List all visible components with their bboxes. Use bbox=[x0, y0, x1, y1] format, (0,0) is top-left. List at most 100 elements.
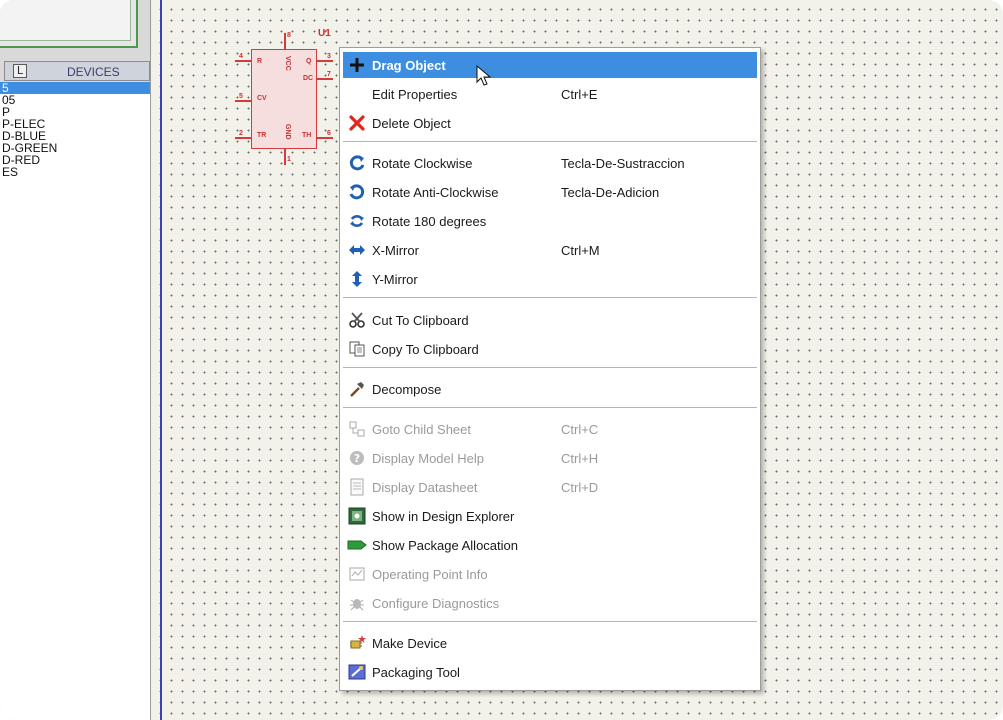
pin-vcc[interactable] bbox=[284, 33, 286, 49]
help-icon: ? bbox=[347, 449, 367, 467]
menu-item-shortcut: Ctrl+C bbox=[561, 422, 599, 437]
menu-item-label: Delete Object bbox=[372, 116, 451, 131]
pin-label-dc: DC bbox=[303, 75, 314, 82]
device-item[interactable]: 05 bbox=[0, 94, 150, 106]
pin-cv[interactable] bbox=[235, 100, 251, 102]
menu-item-label: Copy To Clipboard bbox=[372, 342, 479, 357]
menu-separator bbox=[343, 407, 757, 409]
pin-label-gnd: GND bbox=[284, 124, 291, 140]
menu-item-shortcut: Tecla-De-Adicion bbox=[561, 185, 660, 200]
pin-number: 2 bbox=[239, 130, 243, 137]
menu-item-label: Rotate 180 degrees bbox=[372, 214, 487, 229]
device-item[interactable]: D-RED bbox=[0, 154, 150, 166]
menu-item-show-in-design-explorer[interactable]: Show in Design Explorer bbox=[343, 503, 757, 529]
menu-item-label: Display Model Help bbox=[372, 451, 484, 466]
menu-item-label: Operating Point Info bbox=[372, 567, 488, 582]
menu-item-shortcut: Ctrl+H bbox=[561, 451, 599, 466]
datasheet-icon bbox=[347, 478, 367, 496]
library-button[interactable]: L bbox=[13, 64, 27, 78]
menu-separator bbox=[343, 141, 757, 143]
menu-separator bbox=[343, 297, 757, 299]
devices-header: L DEVICES bbox=[4, 61, 150, 81]
package-icon bbox=[347, 536, 367, 554]
pin-number: 7 bbox=[327, 71, 331, 78]
menu-item-label: Make Device bbox=[372, 636, 448, 651]
pin-label-vcc: VCC bbox=[284, 56, 291, 71]
rotate-180-icon bbox=[347, 212, 367, 230]
component-reference: U1 bbox=[318, 28, 331, 39]
menu-item-decompose[interactable]: Decompose bbox=[343, 376, 757, 402]
menu-item-y-mirror[interactable]: Y-Mirror bbox=[343, 266, 757, 292]
device-item[interactable]: 5 bbox=[0, 82, 150, 94]
make-device-icon bbox=[347, 634, 367, 652]
menu-item-label: Show in Design Explorer bbox=[372, 509, 515, 524]
move-cross-icon bbox=[347, 56, 367, 74]
menu-item-label: Packaging Tool bbox=[372, 665, 460, 680]
pin-number: 5 bbox=[239, 93, 243, 100]
rotate-anticlockwise-icon bbox=[347, 183, 367, 201]
menu-item-operating-point-info[interactable]: Operating Point Info bbox=[343, 561, 757, 587]
pin-label-th: TH bbox=[302, 132, 312, 139]
menu-item-rotate-clockwise[interactable]: Rotate Clockwise Tecla-De-Sustraccion bbox=[343, 150, 757, 176]
design-explorer-icon bbox=[347, 507, 367, 525]
menu-item-packaging-tool[interactable]: Packaging Tool bbox=[343, 659, 757, 685]
overview-viewport bbox=[0, 0, 131, 41]
component-body[interactable]: R VCC Q DC CV TR GND TH bbox=[251, 49, 317, 149]
menu-item-label: Display Datasheet bbox=[372, 480, 478, 495]
pin-number: 1 bbox=[287, 156, 291, 163]
pin-r[interactable] bbox=[235, 60, 251, 62]
menu-item-label: Show Package Allocation bbox=[372, 538, 518, 553]
y-mirror-icon bbox=[347, 270, 367, 288]
menu-item-display-datasheet[interactable]: Display Datasheet Ctrl+D bbox=[343, 474, 757, 500]
rotate-clockwise-icon bbox=[347, 154, 367, 172]
pin-q[interactable] bbox=[317, 60, 333, 62]
menu-item-shortcut: Ctrl+E bbox=[561, 87, 598, 102]
device-item[interactable]: ES bbox=[0, 166, 150, 178]
pin-label-r: R bbox=[257, 58, 263, 65]
pin-label-cv: CV bbox=[257, 95, 267, 102]
overview-window[interactable] bbox=[0, 0, 138, 48]
x-mirror-icon bbox=[347, 241, 367, 259]
menu-item-copy[interactable]: Copy To Clipboard bbox=[343, 336, 757, 362]
menu-item-label: X-Mirror bbox=[372, 243, 419, 258]
pin-dc[interactable] bbox=[317, 78, 333, 80]
menu-item-label: Rotate Clockwise bbox=[372, 156, 473, 171]
menu-item-rotate-180[interactable]: Rotate 180 degrees bbox=[343, 208, 757, 234]
pin-gnd[interactable] bbox=[284, 149, 286, 165]
sheet-border-line bbox=[160, 0, 162, 720]
menu-separator bbox=[343, 367, 757, 369]
menu-item-rotate-anti-clockwise[interactable]: Rotate Anti-Clockwise Tecla-De-Adicion bbox=[343, 179, 757, 205]
menu-item-label: Drag Object bbox=[372, 58, 446, 73]
menu-item-drag-object[interactable]: Drag Object bbox=[343, 52, 757, 86]
menu-item-make-device[interactable]: Make Device bbox=[343, 630, 757, 656]
pin-number: 8 bbox=[287, 32, 291, 39]
child-sheet-icon bbox=[347, 420, 367, 438]
menu-item-label: Decompose bbox=[372, 382, 442, 397]
menu-item-display-model-help[interactable]: ? Display Model Help Ctrl+H bbox=[343, 445, 757, 471]
menu-separator bbox=[343, 621, 757, 623]
pin-number: 3 bbox=[327, 53, 331, 60]
pin-th[interactable] bbox=[317, 137, 333, 139]
menu-item-label: Y-Mirror bbox=[372, 272, 418, 287]
menu-item-x-mirror[interactable]: X-Mirror Ctrl+M bbox=[343, 237, 757, 263]
menu-item-label: Rotate Anti-Clockwise bbox=[372, 185, 499, 200]
pin-number: 4 bbox=[239, 53, 243, 60]
svg-text:?: ? bbox=[354, 452, 360, 465]
menu-item-goto-child-sheet[interactable]: Goto Child Sheet Ctrl+C bbox=[343, 416, 757, 442]
menu-item-cut[interactable]: Cut To Clipboard bbox=[343, 307, 757, 333]
delete-x-icon bbox=[347, 114, 367, 132]
bug-icon bbox=[347, 594, 367, 612]
menu-item-delete-object[interactable]: Delete Object bbox=[343, 110, 757, 136]
operating-point-icon bbox=[347, 565, 367, 583]
devices-title: DEVICES bbox=[67, 65, 120, 79]
menu-item-label: Edit Properties bbox=[372, 87, 458, 102]
menu-item-edit-properties[interactable]: Edit Properties Ctrl+E bbox=[343, 81, 757, 107]
scissors-icon bbox=[347, 311, 367, 329]
device-list[interactable]: 5 05 P P-ELEC D-BLUE D-GREEN D-RED ES bbox=[0, 82, 150, 720]
pin-tr[interactable] bbox=[235, 137, 251, 139]
pin-label-tr: TR bbox=[257, 132, 267, 139]
menu-item-label: Goto Child Sheet bbox=[372, 422, 472, 437]
menu-item-shortcut: Ctrl+D bbox=[561, 480, 599, 495]
menu-item-configure-diagnostics[interactable]: Configure Diagnostics bbox=[343, 590, 757, 616]
menu-item-show-package-allocation[interactable]: Show Package Allocation bbox=[343, 532, 757, 558]
